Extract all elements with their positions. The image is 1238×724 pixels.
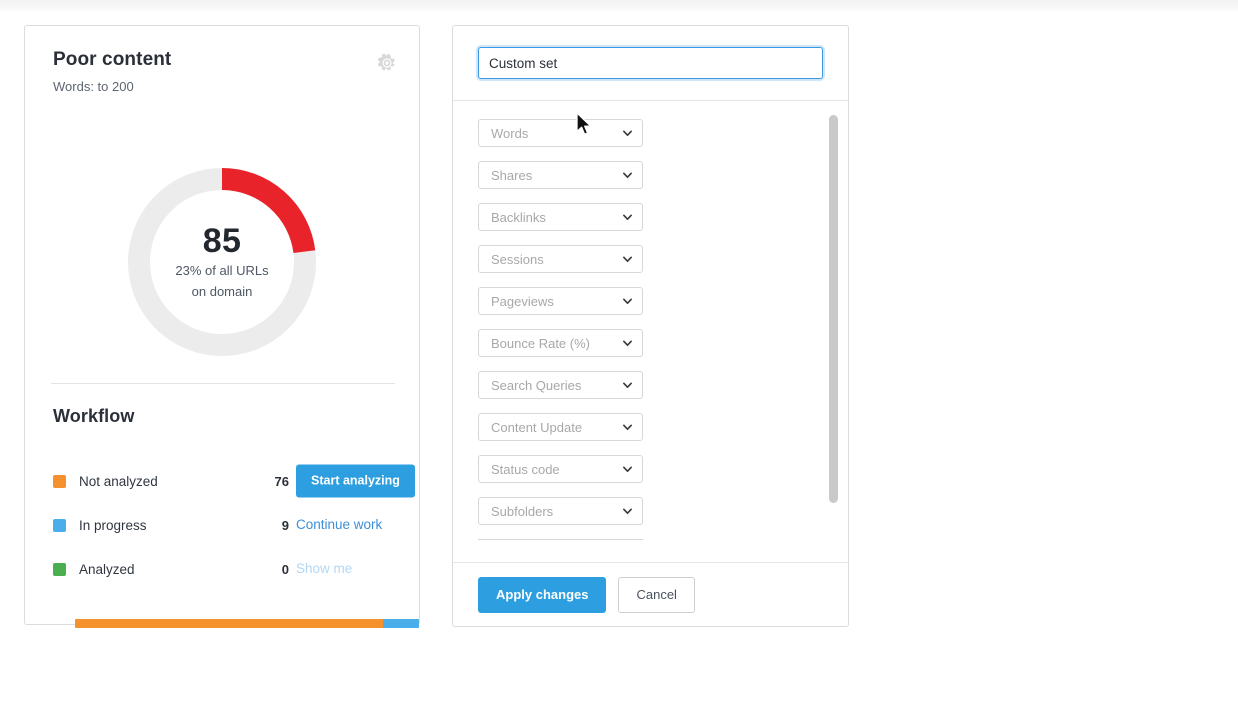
- donut: 85 23% of all URLs on domain: [124, 164, 320, 360]
- swatch-not-analyzed: [53, 474, 66, 488]
- show-me-link[interactable]: Show me: [296, 561, 352, 576]
- filter-select-label: Content Update: [491, 419, 583, 435]
- chevron-down-icon: [622, 380, 633, 391]
- filter-select-content-update[interactable]: Content Update: [478, 413, 643, 441]
- card-header: Poor content Words: to 200: [53, 48, 397, 95]
- filter-select-subfolders[interactable]: Subfolders: [478, 497, 643, 525]
- filter-select-label: Bounce Rate (%): [491, 335, 590, 351]
- filter-select-bounce-rate[interactable]: Bounce Rate (%): [478, 329, 643, 357]
- filter-row: Pageviews: [478, 287, 823, 329]
- chevron-down-icon: [622, 212, 633, 223]
- workflow-label: Analyzed: [79, 561, 135, 577]
- workflow-list: Not analyzed 76 Start analyzing In progr…: [53, 459, 415, 591]
- workflow-row-analyzed: Analyzed 0 Show me: [53, 547, 395, 591]
- gear-icon[interactable]: [377, 53, 397, 73]
- start-analyzing-button[interactable]: Start analyzing: [296, 464, 415, 498]
- panel-footer: Apply changes Cancel: [453, 562, 848, 626]
- donut-caption-line2: on domain: [191, 284, 253, 299]
- continue-work-link[interactable]: Continue work: [296, 517, 382, 532]
- workflow-count: 9: [281, 517, 289, 533]
- filter-select-label: Subfolders: [491, 503, 554, 519]
- progress-segment-not-analyzed: [75, 619, 383, 628]
- chevron-down-icon: [622, 338, 633, 349]
- filter-select-backlinks[interactable]: Backlinks: [478, 203, 643, 231]
- filter-select-words[interactable]: Words: [478, 119, 643, 147]
- filter-row: Words: [478, 119, 823, 161]
- filter-row: Content Update: [478, 413, 823, 455]
- chevron-down-icon: [622, 128, 633, 139]
- filter-select-label: Words: [491, 125, 529, 141]
- page-title: Poor content: [53, 49, 172, 70]
- donut-value: 85: [202, 222, 242, 260]
- chevron-down-icon: [622, 296, 633, 307]
- browser-chrome-strip: [0, 0, 1238, 12]
- chevron-down-icon: [622, 422, 633, 433]
- chevron-down-icon: [622, 254, 633, 265]
- swatch-analyzed: [53, 562, 66, 576]
- workflow-row-in-progress: In progress 9 Continue work: [53, 503, 395, 547]
- filter-select-label: Status code: [491, 461, 560, 477]
- filter-select-status-code[interactable]: Status code: [478, 455, 643, 483]
- filter-select-shares[interactable]: Shares: [478, 161, 643, 189]
- filters-scrollbar[interactable]: [829, 109, 838, 558]
- filter-row: Backlinks: [478, 203, 823, 245]
- set-name-input[interactable]: [478, 47, 823, 79]
- custom-set-panel: Words Shares: [452, 25, 849, 627]
- workflow-count: 0: [281, 561, 289, 577]
- filter-row: Sessions: [478, 245, 823, 287]
- workflow-action: Continue work: [296, 516, 382, 534]
- set-name-row: [453, 26, 848, 101]
- filter-row: Subfolders: [478, 497, 823, 539]
- workflow-row-not-analyzed: Not analyzed 76 Start analyzing: [53, 459, 415, 503]
- filters-scroll-area[interactable]: Words Shares Backlinks Sessions Pageview…: [453, 101, 848, 562]
- filter-select-label: Shares: [491, 167, 533, 183]
- filter-select-pageviews[interactable]: Pageviews: [478, 287, 643, 315]
- chevron-down-icon: [622, 506, 633, 517]
- filter-row: Search Queries: [478, 371, 823, 413]
- apply-changes-button[interactable]: Apply changes: [478, 576, 607, 613]
- workflow-label: Not analyzed: [79, 473, 158, 489]
- filter-row: Shares: [478, 161, 823, 203]
- workflow-action: Show me: [296, 560, 352, 578]
- card-subtitle: Words: to 200: [53, 79, 134, 94]
- filter-row-partial[interactable]: [478, 539, 643, 540]
- filter-select-label: Pageviews: [491, 293, 554, 309]
- filter-row: Status code: [478, 455, 823, 497]
- filter-select-sessions[interactable]: Sessions: [478, 245, 643, 273]
- swatch-in-progress: [53, 518, 66, 532]
- donut-center-label: 85 23% of all URLs on domain: [124, 223, 320, 301]
- workflow-title: Workflow: [53, 406, 135, 426]
- chevron-down-icon: [622, 170, 633, 181]
- screen-root: Poor content Words: to 200 85 23% of all…: [0, 0, 1238, 724]
- workflow-progress-bar: [75, 619, 419, 628]
- filter-row: Bounce Rate (%): [478, 329, 823, 371]
- poor-content-card: Poor content Words: to 200 85 23% of all…: [24, 25, 420, 628]
- donut-caption-line1: 23% of all URLs: [175, 263, 269, 278]
- poor-content-donut-chart: 85 23% of all URLs on domain: [25, 164, 419, 360]
- section-divider: [51, 383, 395, 384]
- workflow-label: In progress: [79, 517, 147, 533]
- filter-select-list: Words Shares Backlinks Sessions Pageview…: [478, 119, 823, 540]
- workflow-action: Start analyzing: [296, 464, 415, 498]
- workflow-count: 76: [274, 473, 289, 489]
- filter-select-label: Search Queries: [491, 377, 582, 393]
- filter-select-label: Backlinks: [491, 209, 546, 225]
- progress-segment-in-progress: [382, 619, 419, 628]
- filter-select-search-queries[interactable]: Search Queries: [478, 371, 643, 399]
- chevron-down-icon: [622, 464, 633, 475]
- filters-scrollbar-thumb[interactable]: [829, 115, 838, 503]
- cancel-button[interactable]: Cancel: [618, 576, 695, 613]
- filter-select-label: Sessions: [491, 251, 544, 267]
